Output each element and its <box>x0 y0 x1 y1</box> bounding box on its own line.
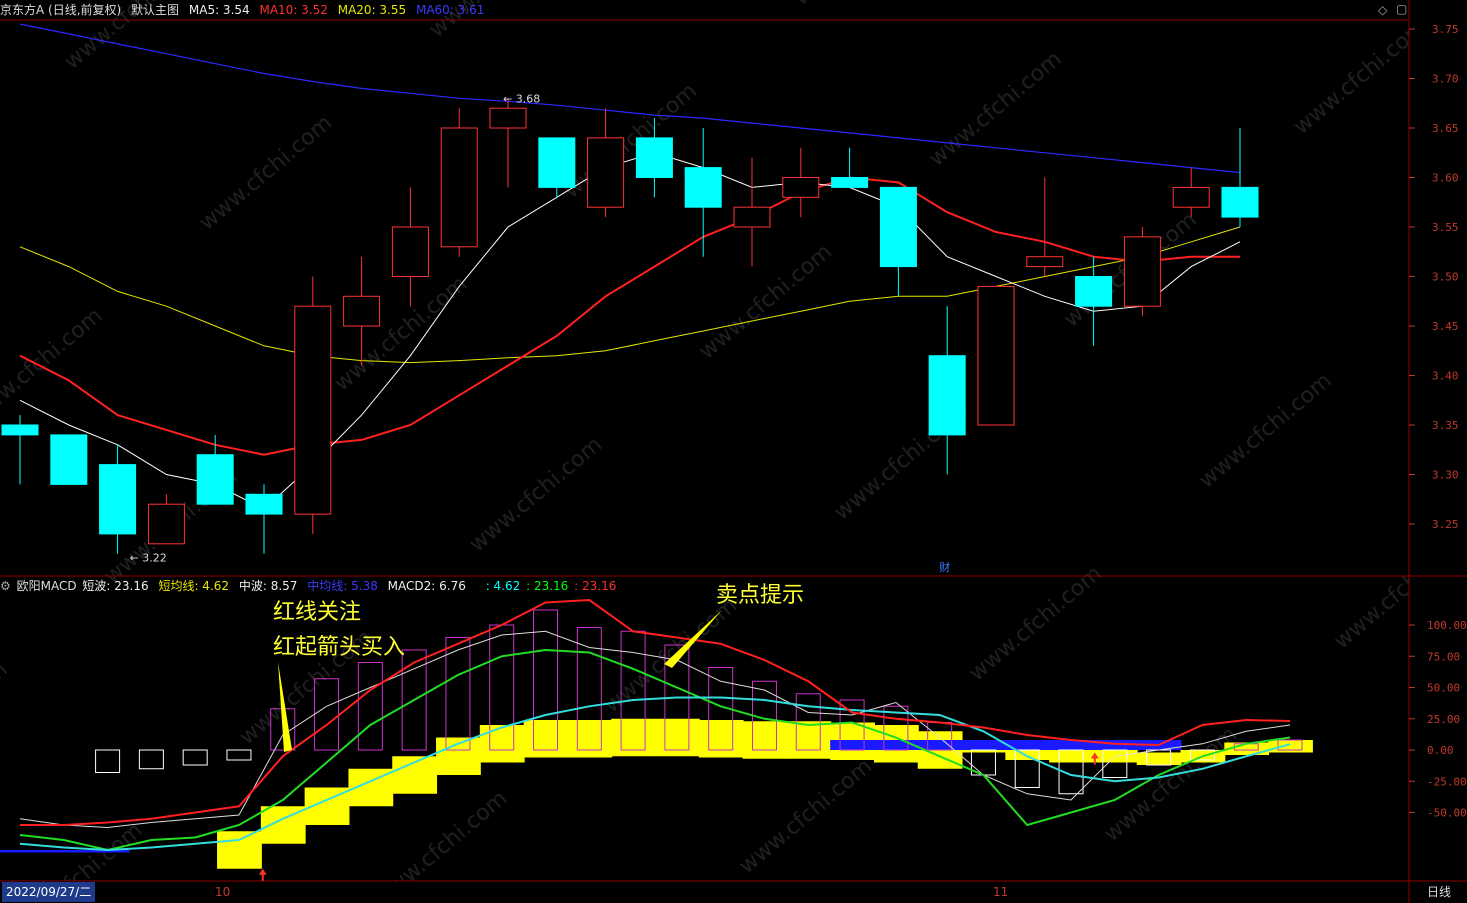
price-tick-label: 3.25 <box>1432 518 1459 531</box>
ma60-value: MA60: 3.61 <box>415 3 485 17</box>
price-tick-label: 3.55 <box>1432 221 1459 234</box>
macd-header: ⚙ 欧阳MACD 短波: 23.16 短均线: 4.62 中波: 8.57 中均… <box>0 576 622 596</box>
blue-band-segment <box>41 850 86 853</box>
yellow-band-segment <box>567 720 613 758</box>
yellow-band-segment <box>479 725 525 763</box>
candle-body <box>196 454 234 505</box>
candle-body <box>391 226 429 277</box>
macd-tick-label: 0.00 <box>1427 744 1454 757</box>
candle-body <box>587 137 625 208</box>
price-header: 京东方A (日线,前复权) 默认主图 MA5: 3.54 MA10: 3.52 … <box>0 0 490 20</box>
candle-body <box>50 434 88 485</box>
candle-body <box>1123 236 1161 307</box>
v1-value: : 4.62 <box>485 579 521 593</box>
blue-band-segment <box>830 740 875 750</box>
yellow-band-segment <box>698 720 744 758</box>
panel-name[interactable]: 默认主图 <box>131 3 179 17</box>
v3-value: : 23.16 <box>574 579 617 593</box>
macd-tick-label: 100.00 <box>1427 619 1467 632</box>
maximize-icon[interactable]: ▢ <box>1396 2 1407 16</box>
financial-report-icon: 财 <box>939 560 950 574</box>
yellow-band-segment <box>611 718 656 757</box>
candle-body <box>294 305 332 515</box>
price-tick-label: 3.45 <box>1432 320 1459 333</box>
macd-tick-label: 25.00 <box>1427 713 1460 726</box>
short-avg-value: 短均线: 4.62 <box>158 579 230 593</box>
v2-value: : 23.16 <box>526 579 569 593</box>
price-tick-label: 3.40 <box>1432 370 1459 383</box>
diamond-icon[interactable]: ◇ <box>1378 3 1387 17</box>
candle-body <box>879 186 917 268</box>
blue-band-segment <box>0 850 42 853</box>
candle-body <box>1 424 39 436</box>
mid-wave-value: 中波: 8.57 <box>238 579 298 593</box>
candle-body <box>343 295 381 327</box>
gear-icon[interactable]: ⚙ <box>0 579 11 593</box>
x-axis: 2022/09/27/二 10 11 <box>0 881 1409 903</box>
macd-tick-label: -50.00 <box>1427 807 1467 820</box>
macd-tick-label: -25.00 <box>1427 775 1467 788</box>
candle-body <box>1075 276 1113 307</box>
period-selector[interactable]: 日线 <box>1411 881 1467 903</box>
x-tick-nov: 11 <box>993 885 1009 899</box>
price-tick-label: 3.35 <box>1432 419 1459 432</box>
price-tick-label: 3.70 <box>1432 73 1459 86</box>
candle-body <box>635 137 673 178</box>
mid-line-value: 中均线: 5.38 <box>307 579 378 593</box>
candle-body <box>147 503 185 545</box>
blue-band-segment <box>917 740 963 750</box>
candle-body <box>1172 186 1210 208</box>
yellow-band-segment <box>1268 740 1313 753</box>
candle-body <box>538 137 576 188</box>
x-tick-oct: 10 <box>215 885 231 899</box>
macd2-value: MACD2: 6.76 <box>387 579 466 593</box>
candle-body <box>684 167 722 208</box>
price-low-label: ← 3.22 <box>130 552 167 565</box>
candle-body <box>782 177 820 198</box>
yellow-band-segment <box>217 831 262 869</box>
macd-name[interactable]: 欧阳MACD <box>17 579 77 593</box>
yellow-band-segment <box>1049 750 1094 763</box>
candle-body <box>977 285 1015 426</box>
annotation-red-arrow-buy: 红起箭头买入 <box>273 635 406 660</box>
candle-body <box>440 127 478 248</box>
candle-body <box>489 107 527 129</box>
annotation-sell-hint: 卖点提示 <box>716 583 805 608</box>
candle-body <box>99 464 137 535</box>
price-tick-label: 3.30 <box>1432 469 1459 482</box>
price-tick-label: 3.75 <box>1432 23 1459 36</box>
ma10-value: MA10: 3.52 <box>259 3 328 17</box>
stock-title[interactable]: 京东方A (日线,前复权) <box>0 3 121 17</box>
annotation-red-line-watch: 红线关注 <box>273 600 362 625</box>
macd-tick-label: 50.00 <box>1427 682 1460 695</box>
candle-body <box>831 177 869 188</box>
price-tick-label: 3.50 <box>1432 271 1459 284</box>
yellow-band-segment <box>655 718 700 757</box>
candle-body <box>245 493 283 515</box>
yellow-band-segment <box>742 721 788 759</box>
price-tick-label: 3.65 <box>1432 122 1459 135</box>
candle-body <box>733 206 771 228</box>
candle-body <box>1026 256 1064 268</box>
chart-canvas: www.cfchi.com ← 3.68← 3.22财 3.753.703.65… <box>0 0 1467 903</box>
short-wave-value: 短波: 23.16 <box>82 579 149 593</box>
candle-body <box>1221 186 1259 218</box>
ma5-value: MA5: 3.54 <box>188 3 250 17</box>
yellow-band-segment <box>1136 752 1182 765</box>
chart-window: www.cfchi.com ← 3.68← 3.22财 3.753.703.65… <box>0 0 1467 903</box>
ma20-value: MA20: 3.55 <box>337 3 407 17</box>
price-high-label: ← 3.68 <box>503 92 540 105</box>
price-tick-label: 3.60 <box>1432 172 1459 185</box>
macd-tick-label: 75.00 <box>1427 650 1460 663</box>
yellow-band-segment <box>523 720 569 758</box>
yellow-band-segment <box>786 721 832 759</box>
candle-body <box>928 355 966 436</box>
date-cursor-box: 2022/09/27/二 <box>2 882 96 902</box>
